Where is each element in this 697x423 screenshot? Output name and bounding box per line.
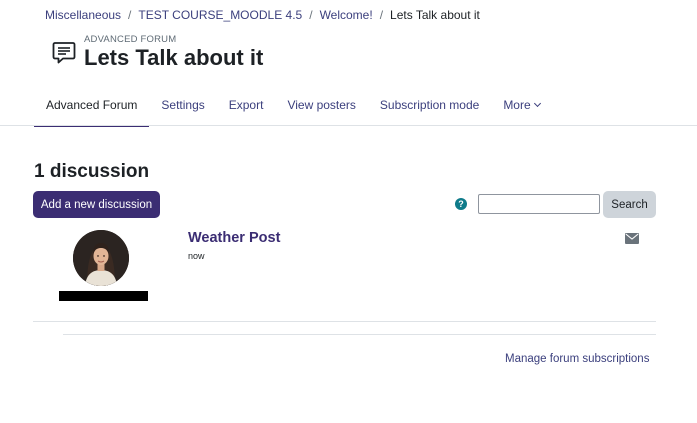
redacted-author-name [59,291,148,301]
secondary-navigation: Advanced Forum Settings Export View post… [34,84,552,127]
add-discussion-button[interactable]: Add a new discussion [33,191,160,218]
forum-icon [52,42,76,64]
divider [63,334,656,335]
avatar[interactable] [73,230,129,286]
tab-subscription-mode[interactable]: Subscription mode [368,84,491,126]
page-pretitle: ADVANCED FORUM [84,34,177,45]
avatar-image [73,230,129,286]
tab-label: Export [228,98,264,112]
tab-export[interactable]: Export [217,84,276,126]
tab-more[interactable]: More [491,84,551,126]
mail-icon[interactable] [625,233,639,244]
breadcrumb-item-miscellaneous[interactable]: Miscellaneous [45,8,121,22]
breadcrumb-separator: / [309,8,313,22]
tab-label: Settings [161,98,205,112]
breadcrumb-separator: / [379,8,384,22]
search-button[interactable]: Search [603,191,656,218]
breadcrumb-separator: / [128,8,132,22]
page-title: Lets Talk about it [84,45,264,70]
tab-settings[interactable]: Settings [149,84,216,126]
breadcrumb-item-course[interactable]: TEST COURSE_MOODLE 4.5 [138,8,302,22]
chevron-down-icon [533,99,541,108]
discussion-count: 1 discussion [34,161,150,182]
tab-view-posters[interactable]: View posters [275,84,367,126]
tab-advanced-forum[interactable]: Advanced Forum [34,84,150,127]
help-icon[interactable]: ? [455,198,467,210]
discussion-title-link[interactable]: Weather Post [188,230,280,246]
divider [33,321,656,322]
post-time: now [188,251,205,261]
nav-divider [0,125,697,126]
breadcrumb-current: Lets Talk about it [390,8,480,22]
breadcrumb-item-welcome[interactable]: Welcome! [320,8,373,22]
manage-subscriptions-link[interactable]: Manage forum subscriptions [505,353,649,365]
tab-label: Advanced Forum [46,98,138,112]
search-input[interactable] [478,194,600,214]
tab-label: More [503,98,531,112]
tab-label: Subscription mode [379,98,480,112]
breadcrumb: Miscellaneous / TEST COURSE_MOODLE 4.5 /… [45,8,480,22]
tab-label: View posters [287,98,356,112]
